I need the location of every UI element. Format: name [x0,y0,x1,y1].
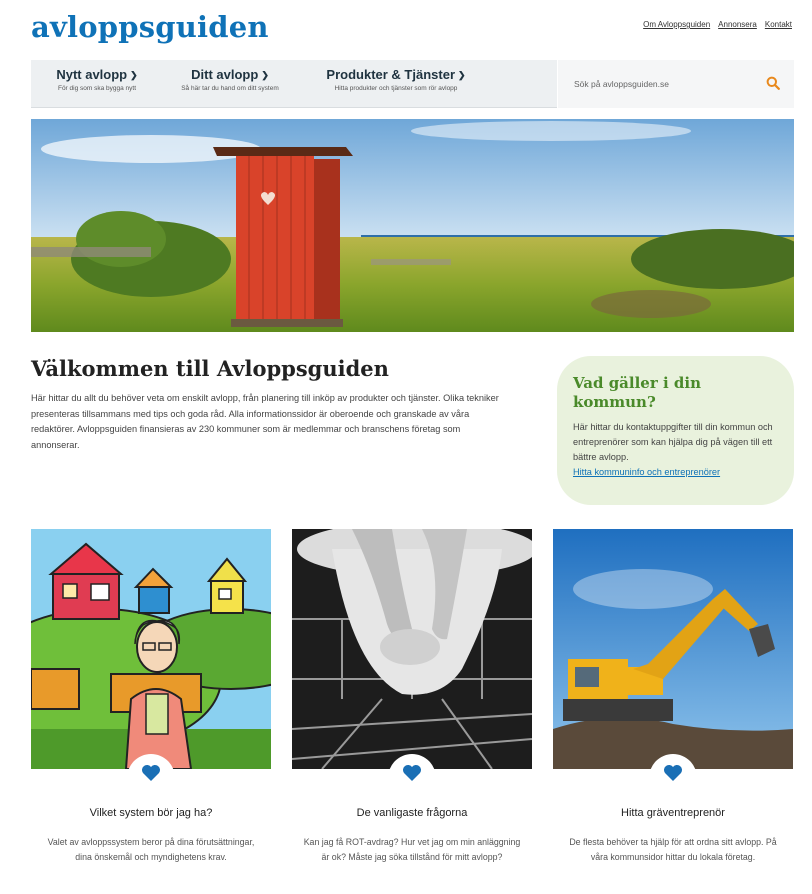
kommun-info-box: Vad gäller i din kommun? Här hittar du k… [557,356,794,505]
card-text: Valet av avloppssystem beror på dina för… [47,837,255,862]
nav-item-produkter-tjanster[interactable]: Produkter & Tjänster ❯ Hitta produkter oc… [306,67,486,92]
heart-icon [403,765,421,781]
card-title: Hitta gräventreprenör [621,807,725,819]
kommun-text: Här hittar du kontaktuppgifter till din … [573,422,773,462]
chevron-down-icon: ❯ [458,70,466,80]
about-link[interactable]: Om Avloppsguiden [643,20,710,29]
kommun-link[interactable]: Hitta kommuninfo och entreprenörer [573,465,776,479]
card-entreprenor[interactable]: Hitta gräventreprenör De flesta behöver … [553,529,793,865]
nav-item-title: Ditt avlopp [191,67,259,82]
hero-image [31,119,794,332]
nav-item-subtitle: För dig som ska bygga nytt [57,85,137,92]
intro-text: Här hittar du allt du behöver veta om en… [31,393,499,450]
card-system[interactable]: Vilket system bör jag ha? Valet av avlop… [31,529,271,865]
card-image [292,529,532,769]
nav-item-title: Produkter & Tjänster [326,67,456,82]
toilet-photo [292,529,532,769]
chevron-down-icon: ❯ [130,70,138,80]
nav-item-nytt-avlopp[interactable]: Nytt avlopp ❯ För dig som ska bygga nytt [39,67,155,92]
card-image [31,529,271,769]
card-faq[interactable]: De vanligaste frågorna Kan jag få ROT-av… [292,529,532,865]
village-illustration [31,529,271,769]
outhouse-landscape-image [31,119,794,332]
nav-item-subtitle: Så här tar du hand om ditt system [181,85,279,92]
site-logo[interactable]: avloppsguiden [31,10,269,44]
nav-item-subtitle: Hitta produkter och tjänster som rör avl… [334,85,458,92]
chevron-down-icon: ❯ [261,70,269,80]
card-title: Vilket system bör jag ha? [89,807,213,819]
card-text: De flesta behöver ta hjälp för att ordna… [569,837,777,862]
search-box [558,60,794,108]
top-links: Om Avloppsguiden Annonsera Kontakt [643,20,792,29]
search-icon[interactable] [766,76,780,90]
heart-icon [664,765,682,781]
advertise-link[interactable]: Annonsera [718,20,757,29]
card-image [553,529,793,769]
page-title: Välkommen till Avloppsguiden [31,356,389,381]
main-nav: Nytt avlopp ❯ För dig som ska bygga nytt … [31,60,794,108]
excavator-photo [553,529,793,769]
card-title: De vanligaste frågorna [356,807,468,819]
card-text: Kan jag få ROT-avdrag? Hur vet jag om mi… [303,837,521,862]
contact-link[interactable]: Kontakt [765,20,792,29]
nav-item-ditt-avlopp[interactable]: Ditt avlopp ❯ Så här tar du hand om ditt … [161,67,299,92]
heart-icon [142,765,160,781]
nav-item-title: Nytt avlopp [56,67,128,82]
search-input[interactable] [574,75,744,93]
kommun-title: Vad gäller i din kommun? [573,374,701,411]
